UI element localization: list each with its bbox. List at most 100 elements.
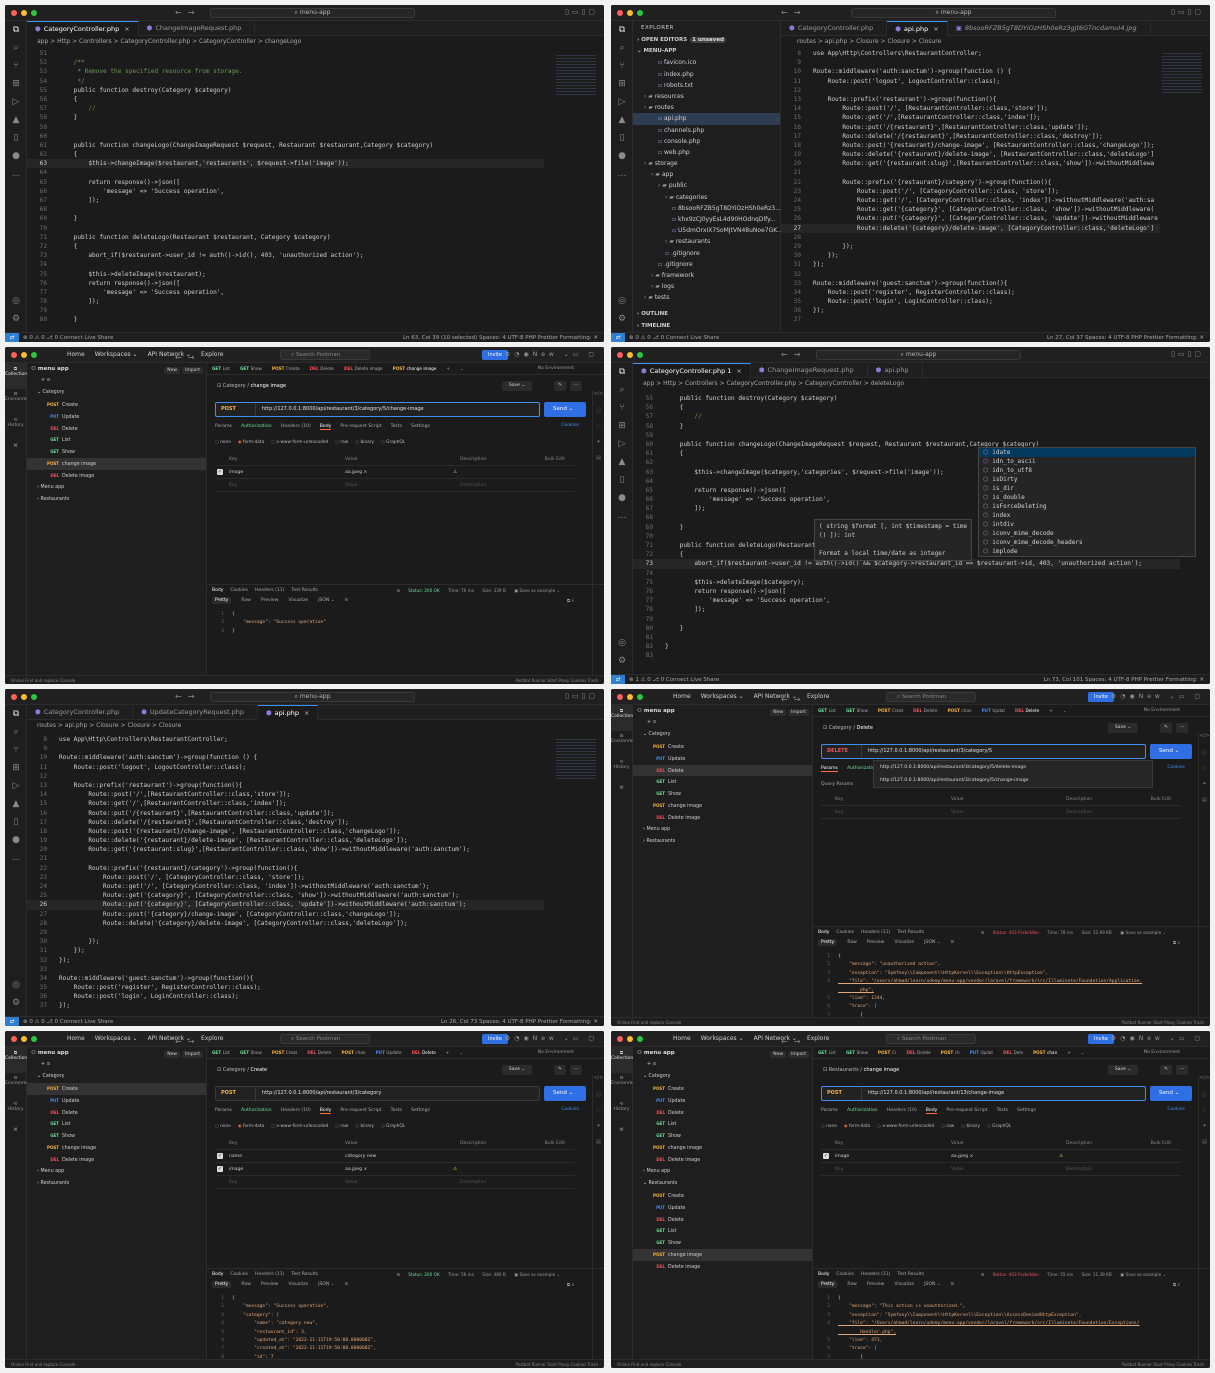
remote-icon[interactable]: ⇄ [611, 675, 625, 684]
footer-left[interactable]: Online Find and replace Console [617, 1362, 681, 1367]
import-button[interactable]: Import [788, 709, 809, 716]
method-select[interactable]: POST [216, 403, 256, 416]
info-icon[interactable]: ⓘ [593, 1091, 604, 1107]
editor-tab[interactable]: ⬢ CategoryController.php × [27, 21, 139, 36]
request-tab[interactable]: POST chan [1028, 1047, 1062, 1058]
remote-icon[interactable]: ⇄ [5, 333, 19, 342]
code-editor[interactable]: 8 use App\Http\Controllers\RestaurantCont… [27, 735, 544, 1016]
wrap-icon[interactable]: ≡ [950, 1282, 954, 1287]
close-tab-icon[interactable]: × [736, 367, 741, 375]
search-icon[interactable]: ⌕ [5, 723, 27, 741]
subtab[interactable]: Params [821, 1108, 838, 1113]
method-select[interactable]: DELETE [822, 745, 862, 758]
layout-controls[interactable]: ▯▭▯▢ [565, 692, 598, 700]
body-type-radio[interactable]: none [215, 440, 231, 445]
breadcrumb[interactable]: routes > api.php > Closure > Closure > C… [797, 36, 941, 47]
doc-icon[interactable]: ▤ [593, 1139, 604, 1155]
request-item[interactable]: GET List [27, 1118, 206, 1130]
remote-icon[interactable]: ⇄ [5, 1017, 19, 1026]
nav-item[interactable]: API Network ⌄ [148, 1035, 191, 1042]
zoom-window-button[interactable] [637, 352, 643, 358]
close-tab-icon[interactable]: × [304, 709, 309, 717]
status-left[interactable]: ⊗ 0 ⚠ 0 ⎇ 0 Connect Live Share [23, 1019, 113, 1025]
zoom-window-button[interactable] [637, 10, 643, 16]
rail-item[interactable]: ⌘ [611, 783, 632, 809]
close-window-button[interactable] [11, 1036, 17, 1042]
bulk-edit-link[interactable]: Bulk Edit [1151, 1137, 1171, 1150]
suggestion-item[interactable]: ⬡ implode [979, 547, 1195, 556]
doc-icon[interactable]: ▤ [1199, 1139, 1210, 1155]
row-key[interactable]: name [229, 1150, 242, 1163]
suggestion-item[interactable]: ⬡ idn_to_ascii [979, 457, 1195, 466]
account-icon[interactable]: ◎ [611, 292, 633, 310]
wrap-icon[interactable]: ≡ [344, 1282, 348, 1287]
body-type-radio[interactable]: binary [355, 440, 374, 445]
more-icon[interactable]: … [611, 507, 633, 525]
body-type-radio[interactable]: none [821, 1124, 837, 1129]
send-button[interactable]: Send ⌄ [544, 1086, 586, 1101]
response-tab[interactable]: Cookies [836, 1272, 854, 1277]
footer-left[interactable]: Online Find and replace Console [11, 1362, 75, 1367]
request-tab[interactable]: POST Creat [267, 1047, 302, 1058]
breadcrumb[interactable]: app > Http > Controllers > CategoryContr… [37, 36, 301, 47]
folder-item[interactable]: › ▰ routes [633, 102, 780, 113]
minimize-window-button[interactable] [21, 694, 27, 700]
request-tab[interactable]: POST change image [388, 363, 442, 374]
editor-tab[interactable]: ⬢ UpdateCategoryRequest.php [133, 705, 258, 720]
format-option[interactable]: JSON ⌄ [318, 1282, 334, 1287]
rail-item[interactable]: ⧉ Collections [611, 705, 636, 731]
save-as-example-button[interactable]: Save as example ⌄ [519, 588, 560, 593]
lightbulb-icon[interactable]: ✦ [1199, 1123, 1210, 1139]
edit-icon[interactable]: ✎ [1160, 723, 1172, 733]
save-as-example-button[interactable]: Save as example ⌄ [1125, 930, 1166, 935]
folder-item[interactable]: › Restaurants [633, 836, 812, 848]
folder-item[interactable]: › ▰ app [633, 169, 780, 180]
user-menu[interactable]: New ⌄ [533, 1035, 573, 1042]
command-center[interactable]: ⌕ menu-app [816, 350, 1021, 360]
command-center[interactable]: ⌕ menu-app [210, 8, 415, 18]
send-button[interactable]: Send ⌄ [1150, 744, 1192, 759]
more-tabs-icon[interactable]: ⌄ [455, 363, 469, 374]
chevron-down-icon[interactable]: ⌄ [567, 406, 574, 412]
request-item[interactable]: POST Create [27, 399, 206, 411]
method-select[interactable]: POST [216, 1087, 256, 1100]
status-right[interactable]: Ln 63, Col 39 (10 selected) Spaces: 4 UT… [403, 333, 598, 342]
request-item[interactable]: POST change image [633, 1249, 812, 1262]
folder-item[interactable]: ⌄ Category [27, 387, 206, 399]
environment-select[interactable]: No Environment [1144, 705, 1180, 716]
request-item[interactable]: GET Show [27, 1130, 206, 1142]
folder-item[interactable]: ⌄ Restaurants [633, 1178, 812, 1190]
info-icon[interactable]: ⓘ [1199, 749, 1210, 765]
status-right[interactable]: Ln 26, Col 73 Spaces: 4 UTF-8 PHP Pretti… [441, 1017, 598, 1026]
request-item[interactable]: GET Show [27, 446, 206, 458]
request-tab[interactable]: DEL Delete [908, 705, 942, 716]
request-tab[interactable]: POST chan [336, 1047, 370, 1058]
search-icon[interactable]: ⌕ [611, 39, 633, 57]
subtab[interactable]: Pre-request Script [340, 1108, 381, 1113]
save-button[interactable]: Save ⌄ [1108, 723, 1138, 733]
table-row[interactable]: ✓ image aa.jpeg × ⚠ [821, 1150, 1181, 1163]
folder-item[interactable]: › ▰ tests [633, 292, 780, 303]
response-body[interactable]: 1{2 "message": "unauthorized action", 3 "… [818, 953, 1180, 1026]
suggestion-item[interactable]: ⬡ is_dir [979, 484, 1195, 493]
file-item[interactable]: ▫ channels.php [633, 125, 780, 136]
command-center[interactable]: ⌕ menu-app [210, 692, 415, 702]
response-tab[interactable]: Body [212, 588, 223, 593]
subtab[interactable]: Tests [391, 424, 402, 429]
format-option[interactable]: Pretty [818, 939, 838, 946]
checkbox[interactable]: ✓ [217, 1153, 223, 1159]
response-tab[interactable]: Test Results [291, 1272, 318, 1277]
files-icon[interactable]: ⧉ [5, 705, 27, 723]
nav-item[interactable]: Explore [807, 693, 830, 700]
request-tab[interactable]: GET Show [235, 363, 267, 374]
request-tab[interactable]: POST chan [942, 705, 976, 716]
code-icon[interactable]: </> [1199, 733, 1210, 749]
lightbulb-icon[interactable]: ✦ [593, 439, 604, 455]
response-tab[interactable]: Test Results [291, 588, 318, 593]
new-button[interactable]: New [164, 1051, 181, 1058]
url-input[interactable]: http://127.0.0.1:8000/api/restaurant/3/c… [262, 1087, 381, 1100]
status-left[interactable]: ⊗ 1 ⚠ 0 ⎇ 0 Connect Live Share [629, 677, 719, 683]
folder-item[interactable]: › Restaurants [27, 1178, 206, 1190]
user-menu[interactable]: New ⌄ [1139, 1035, 1179, 1042]
new-button[interactable]: New [770, 1051, 787, 1058]
